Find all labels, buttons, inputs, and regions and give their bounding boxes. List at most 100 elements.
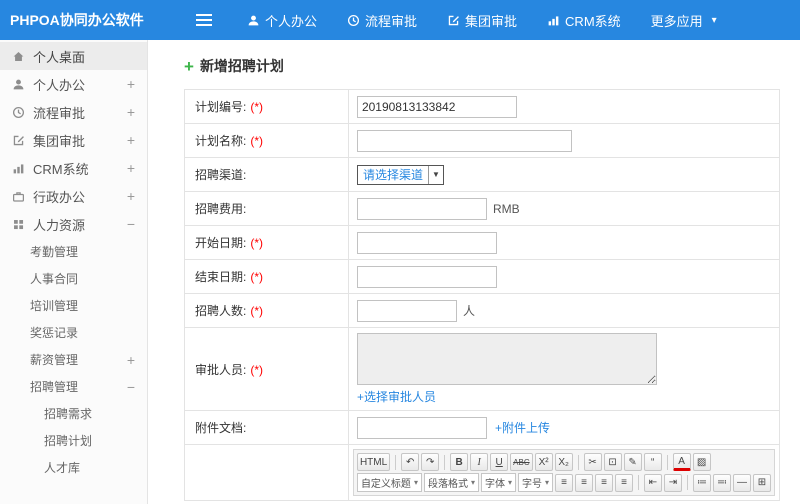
expand-toggle[interactable]: + xyxy=(127,188,135,204)
nav-menu: 个人办公 流程审批 集团审批 CRM系统 更多应用 ▾ xyxy=(232,0,732,40)
dropdown-label: 自定义标题 xyxy=(360,479,411,490)
nav-item-label: 更多应用 xyxy=(650,13,703,29)
nav-item-group-approval[interactable]: 集团审批 xyxy=(432,0,532,40)
nav-item-personal-office[interactable]: 个人办公 xyxy=(232,0,332,40)
field-value-cell xyxy=(347,225,781,260)
main-content: + 新增招聘计划 计划编号:(*) 计划名称:(*) xyxy=(148,40,800,504)
sidebar-item-recruitment-management[interactable]: 招聘管理 − xyxy=(0,373,147,400)
unordered-list-button[interactable]: ≕ xyxy=(713,473,731,492)
subscript-button[interactable]: X₂ xyxy=(554,453,573,471)
blockquote-button[interactable]: “ xyxy=(643,453,662,471)
expand-toggle[interactable]: − xyxy=(127,379,135,395)
field-label-cell: 开始日期: (*) xyxy=(184,225,349,260)
headcount-suffix: 人 xyxy=(462,303,475,318)
attachment-input[interactable] xyxy=(356,416,487,439)
font-size-select[interactable]: 字号 ▾ xyxy=(517,473,553,492)
sidebar-item-talent-pool[interactable]: 人才库 xyxy=(0,454,147,481)
undo-button[interactable]: ↶ xyxy=(401,453,420,471)
field-label-cell: 附件文档: xyxy=(184,410,349,445)
highlight-button[interactable]: ▨ xyxy=(692,453,711,471)
align-justify-button[interactable]: ≡ xyxy=(615,473,633,492)
field-label: 附件文档: xyxy=(195,421,247,435)
nav-item-process-approval[interactable]: 流程审批 xyxy=(332,0,432,40)
horizontal-rule-button[interactable]: — xyxy=(733,473,751,492)
chevron-down-icon: ▾ xyxy=(711,14,717,26)
sidebar-item-process-approval[interactable]: 流程审批 + xyxy=(0,98,147,126)
sidebar-item-label: 薪资管理 xyxy=(30,353,79,367)
paragraph-format-select[interactable]: 段落格式 ▾ xyxy=(423,473,479,492)
attachment-upload-link[interactable]: +附件上传 xyxy=(495,421,550,435)
nav-item-crm-system[interactable]: CRM系统 xyxy=(532,0,636,40)
field-value-cell xyxy=(347,123,781,158)
end-date-input[interactable] xyxy=(356,265,497,288)
top-navbar: PHPOA协同办公软件 个人办公 流程审批 集团审批 CRM系统 更多应用 ▾ xyxy=(0,0,800,40)
required-marker: (*) xyxy=(250,270,264,284)
strikethrough-button[interactable]: ABC xyxy=(510,453,533,471)
required-marker: (*) xyxy=(250,304,264,318)
field-label: 结束日期: xyxy=(195,270,247,284)
approver-textarea[interactable] xyxy=(356,333,657,385)
custom-heading-select[interactable]: 自定义标题 ▾ xyxy=(356,473,422,492)
expand-toggle[interactable]: − xyxy=(127,216,135,232)
expand-toggle[interactable]: + xyxy=(127,160,135,176)
expand-toggle[interactable]: + xyxy=(127,352,135,368)
field-label-cell: 招聘人数: (*) xyxy=(184,293,349,328)
sidebar-item-group-approval[interactable]: 集团审批 + xyxy=(0,126,147,154)
indent-button[interactable]: ⇥ xyxy=(664,473,682,492)
dropdown-label: 字体 xyxy=(484,479,505,490)
sidebar-item-salary-management[interactable]: 薪资管理 + xyxy=(0,346,147,373)
redo-button[interactable]: ↷ xyxy=(421,453,440,471)
start-date-input[interactable] xyxy=(356,231,497,254)
recruit-channel-select[interactable]: 请选择渠道 ▼ xyxy=(356,164,444,185)
sidebar-item-crm-system[interactable]: CRM系统 + xyxy=(0,154,147,182)
bold-button[interactable]: B xyxy=(450,453,469,471)
font-family-select[interactable]: 字体 ▾ xyxy=(480,473,516,492)
sidebar-item-recruitment-plan[interactable]: 招聘计划 xyxy=(0,427,147,454)
sidebar-item-attendance-management[interactable]: 考勤管理 xyxy=(0,238,147,265)
font-color-button[interactable]: A xyxy=(672,453,691,471)
sidebar-item-personnel-contract[interactable]: 人事合同 xyxy=(0,265,147,292)
plan-name-input[interactable] xyxy=(356,129,572,152)
sidebar-item-label: 个人办公 xyxy=(33,77,86,93)
sidebar-item-personal-office[interactable]: 个人办公 + xyxy=(0,70,147,98)
field-value-cell xyxy=(347,89,781,124)
sidebar-item-admin-office[interactable]: 行政办公 + xyxy=(0,182,147,210)
sidebar-item-human-resources[interactable]: 人力资源 − xyxy=(0,210,147,238)
outdent-button[interactable]: ⇤ xyxy=(644,473,662,492)
format-brush-button[interactable]: ✎ xyxy=(623,453,642,471)
recruit-fee-input[interactable] xyxy=(356,197,487,220)
ordered-list-button[interactable]: ≔ xyxy=(693,473,711,492)
sidebar-item-training-management[interactable]: 培训管理 xyxy=(0,292,147,319)
html-source-button[interactable]: HTML xyxy=(356,453,391,471)
plan-number-input[interactable] xyxy=(356,95,517,118)
expand-toggle[interactable]: + xyxy=(127,76,135,92)
sidebar-item-reward-punishment-record[interactable]: 奖惩记录 xyxy=(0,319,147,346)
layout: 个人桌面 个人办公 + 流程审批 + 集团审批 + CRM系统 + 行政办公 + 人力资源 − 考勤管理人… xyxy=(0,40,800,504)
italic-button[interactable]: I xyxy=(470,453,489,471)
expand-toggle[interactable]: + xyxy=(127,132,135,148)
nav-item-label: 集团审批 xyxy=(465,13,518,29)
field-label: 计划编号: xyxy=(195,100,247,114)
nav-item-more-apps[interactable]: 更多应用 ▾ xyxy=(636,0,732,40)
sidebar-item-recruitment-demand[interactable]: 招聘需求 xyxy=(0,400,147,427)
field-label: 审批人员: xyxy=(195,362,247,377)
field-label: 招聘人数: xyxy=(195,304,247,318)
field-label: 招聘渠道: xyxy=(195,168,247,182)
select-approver-link[interactable]: +选择审批人员 xyxy=(357,390,436,404)
toolbar-separator xyxy=(638,475,639,490)
nav-item-label: 流程审批 xyxy=(365,13,418,29)
menu-icon[interactable] xyxy=(196,11,212,29)
align-right-button[interactable]: ≡ xyxy=(595,473,613,492)
paste-button[interactable]: ⊡ xyxy=(603,453,622,471)
table-button[interactable]: ⊞ xyxy=(753,473,771,492)
superscript-button[interactable]: X² xyxy=(534,453,553,471)
headcount-input[interactable] xyxy=(356,299,457,322)
cut-button[interactable]: ✂ xyxy=(583,453,602,471)
align-center-button[interactable]: ≡ xyxy=(575,473,593,492)
home-icon xyxy=(12,50,25,63)
expand-toggle[interactable]: + xyxy=(127,104,135,120)
sidebar-item-personal-desktop[interactable]: 个人桌面 xyxy=(0,42,147,70)
underline-button[interactable]: U xyxy=(490,453,509,471)
align-left-button[interactable]: ≡ xyxy=(555,473,573,492)
form-row-recruit-fee: 招聘费用: RMB xyxy=(184,191,781,226)
